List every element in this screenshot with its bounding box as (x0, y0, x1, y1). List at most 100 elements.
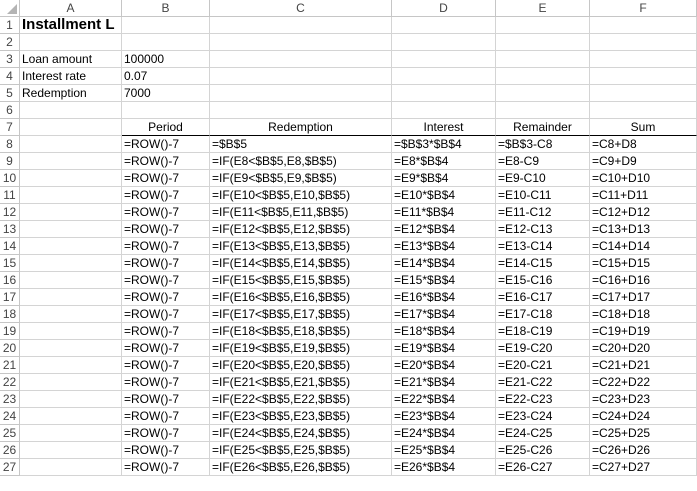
remainder-cell[interactable]: =E15-C16 (496, 272, 590, 289)
cell[interactable] (20, 119, 122, 136)
cell[interactable] (20, 221, 122, 238)
interest-cell[interactable]: =E23*$B$4 (392, 408, 496, 425)
redemption-cell[interactable]: =IF(E14<$B$5,E14,$B$5) (210, 255, 392, 272)
row-header[interactable]: 20 (0, 340, 20, 357)
cell[interactable] (20, 238, 122, 255)
cell[interactable] (20, 408, 122, 425)
interest-cell[interactable]: =E19*$B$4 (392, 340, 496, 357)
redemption-cell[interactable]: =IF(E24<$B$5,E24,$B$5) (210, 425, 392, 442)
row-header[interactable]: 18 (0, 306, 20, 323)
row-header[interactable]: 5 (0, 85, 20, 102)
remainder-cell[interactable]: =E22-C23 (496, 391, 590, 408)
sum-cell[interactable]: =C19+D19 (590, 323, 697, 340)
title-cell[interactable]: Installment L (20, 17, 122, 34)
interest-cell[interactable]: =E16*$B$4 (392, 289, 496, 306)
row-header[interactable]: 21 (0, 357, 20, 374)
period-cell[interactable]: =ROW()-7 (122, 187, 210, 204)
cell[interactable] (122, 17, 210, 34)
interest-cell[interactable]: =E8*$B$4 (392, 153, 496, 170)
cell[interactable] (20, 204, 122, 221)
sum-cell[interactable]: =C9+D9 (590, 153, 697, 170)
redemption-cell[interactable]: =IF(E12<$B$5,E12,$B$5) (210, 221, 392, 238)
cell[interactable] (20, 34, 122, 51)
row-header[interactable]: 26 (0, 442, 20, 459)
cell[interactable] (20, 306, 122, 323)
redemption-cell[interactable]: =IF(E22<$B$5,E22,$B$5) (210, 391, 392, 408)
interest-cell[interactable]: =E26*$B$4 (392, 459, 496, 476)
row-header[interactable]: 8 (0, 136, 20, 153)
redemption-cell[interactable]: =IF(E13<$B$5,E13,$B$5) (210, 238, 392, 255)
cell[interactable] (496, 17, 590, 34)
interest-cell[interactable]: =E22*$B$4 (392, 391, 496, 408)
period-cell[interactable]: =ROW()-7 (122, 425, 210, 442)
cell[interactable] (20, 374, 122, 391)
sum-cell[interactable]: =C22+D22 (590, 374, 697, 391)
cell[interactable] (496, 102, 590, 119)
select-all-corner[interactable] (0, 0, 20, 17)
sum-cell[interactable]: =C12+D12 (590, 204, 697, 221)
sum-cell[interactable]: =C23+D23 (590, 391, 697, 408)
sum-cell[interactable]: =C14+D14 (590, 238, 697, 255)
cell[interactable] (392, 102, 496, 119)
sum-cell[interactable]: =C18+D18 (590, 306, 697, 323)
cell[interactable] (590, 51, 697, 68)
row-header[interactable]: 14 (0, 238, 20, 255)
period-cell[interactable]: =ROW()-7 (122, 340, 210, 357)
remainder-cell[interactable]: =E12-C13 (496, 221, 590, 238)
cell[interactable] (392, 17, 496, 34)
redemption-cell[interactable]: =IF(E23<$B$5,E23,$B$5) (210, 408, 392, 425)
cell[interactable] (20, 170, 122, 187)
sum-cell[interactable]: =C26+D26 (590, 442, 697, 459)
period-cell[interactable]: =ROW()-7 (122, 408, 210, 425)
redemption-value[interactable]: 7000 (122, 85, 210, 102)
interest-cell[interactable]: =E14*$B$4 (392, 255, 496, 272)
redemption-cell[interactable]: =IF(E9<$B$5,E9,$B$5) (210, 170, 392, 187)
sum-cell[interactable]: =C8+D8 (590, 136, 697, 153)
cell[interactable] (392, 34, 496, 51)
interest-cell[interactable]: =E9*$B$4 (392, 170, 496, 187)
row-header[interactable]: 23 (0, 391, 20, 408)
period-cell[interactable]: =ROW()-7 (122, 306, 210, 323)
column-header-f[interactable]: F (590, 0, 697, 17)
interest-cell[interactable]: =E12*$B$4 (392, 221, 496, 238)
cell[interactable] (20, 102, 122, 119)
row-header[interactable]: 17 (0, 289, 20, 306)
column-header-a[interactable]: A (20, 0, 122, 17)
column-header-e[interactable]: E (496, 0, 590, 17)
redemption-cell[interactable]: =IF(E20<$B$5,E20,$B$5) (210, 357, 392, 374)
cell[interactable] (496, 34, 590, 51)
interest-cell[interactable]: =E13*$B$4 (392, 238, 496, 255)
redemption-cell[interactable]: =IF(E15<$B$5,E15,$B$5) (210, 272, 392, 289)
row-header[interactable]: 11 (0, 187, 20, 204)
remainder-cell[interactable]: =E16-C17 (496, 289, 590, 306)
redemption-cell[interactable]: =IF(E10<$B$5,E10,$B$5) (210, 187, 392, 204)
remainder-cell[interactable]: =E23-C24 (496, 408, 590, 425)
period-cell[interactable]: =ROW()-7 (122, 323, 210, 340)
redemption-cell[interactable]: =IF(E8<$B$5,E8,$B$5) (210, 153, 392, 170)
redemption-cell[interactable]: =IF(E11<$B$5,E11,$B$5) (210, 204, 392, 221)
sum-cell[interactable]: =C13+D13 (590, 221, 697, 238)
cell[interactable] (590, 34, 697, 51)
remainder-cell[interactable]: =E13-C14 (496, 238, 590, 255)
remainder-cell[interactable]: =E8-C9 (496, 153, 590, 170)
interest-cell[interactable]: =E15*$B$4 (392, 272, 496, 289)
header-redemption[interactable]: Redemption (210, 119, 392, 136)
cell[interactable] (590, 102, 697, 119)
cell[interactable] (210, 102, 392, 119)
period-cell[interactable]: =ROW()-7 (122, 136, 210, 153)
remainder-cell[interactable]: =E24-C25 (496, 425, 590, 442)
redemption-cell[interactable]: =IF(E16<$B$5,E16,$B$5) (210, 289, 392, 306)
row-header[interactable]: 4 (0, 68, 20, 85)
header-period[interactable]: Period (122, 119, 210, 136)
cell[interactable] (20, 425, 122, 442)
row-header[interactable]: 19 (0, 323, 20, 340)
cell[interactable] (122, 102, 210, 119)
column-header-b[interactable]: B (122, 0, 210, 17)
remainder-cell[interactable]: =E26-C27 (496, 459, 590, 476)
sum-cell[interactable]: =C20+D20 (590, 340, 697, 357)
cell[interactable] (496, 51, 590, 68)
redemption-label[interactable]: Redemption (20, 85, 122, 102)
header-sum[interactable]: Sum (590, 119, 697, 136)
sum-cell[interactable]: =C10+D10 (590, 170, 697, 187)
period-cell[interactable]: =ROW()-7 (122, 238, 210, 255)
